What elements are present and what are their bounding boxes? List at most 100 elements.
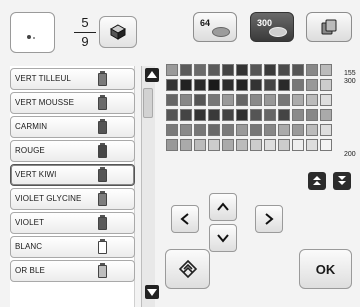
color-swatch[interactable] bbox=[250, 124, 262, 136]
color-swatch[interactable] bbox=[306, 139, 318, 151]
color-swatch[interactable] bbox=[194, 109, 206, 121]
color-swatch[interactable] bbox=[166, 64, 178, 76]
color-swatch[interactable] bbox=[278, 94, 290, 106]
color-swatch[interactable] bbox=[320, 109, 332, 121]
move-right-button[interactable] bbox=[255, 205, 283, 233]
color-swatch[interactable] bbox=[320, 139, 332, 151]
thread-row-6[interactable]: VIOLET bbox=[10, 212, 135, 234]
color-swatch[interactable] bbox=[320, 94, 332, 106]
color-swatch[interactable] bbox=[250, 94, 262, 106]
color-swatch[interactable] bbox=[208, 79, 220, 91]
thread-preview bbox=[10, 12, 55, 53]
color-swatch[interactable] bbox=[264, 109, 276, 121]
color-swatch[interactable] bbox=[166, 139, 178, 151]
color-swatch[interactable] bbox=[292, 94, 304, 106]
color-swatch[interactable] bbox=[194, 79, 206, 91]
color-swatch[interactable] bbox=[292, 124, 304, 136]
color-swatch[interactable] bbox=[180, 109, 192, 121]
color-swatch[interactable] bbox=[292, 79, 304, 91]
color-swatch[interactable] bbox=[208, 64, 220, 76]
color-swatch[interactable] bbox=[166, 94, 178, 106]
color-swatch[interactable] bbox=[264, 139, 276, 151]
color-swatch[interactable] bbox=[180, 79, 192, 91]
color-swatch[interactable] bbox=[320, 124, 332, 136]
color-swatch[interactable] bbox=[180, 139, 192, 151]
color-swatch[interactable] bbox=[236, 109, 248, 121]
scroll-down-button[interactable] bbox=[145, 285, 159, 299]
color-swatch[interactable] bbox=[194, 64, 206, 76]
color-swatch[interactable] bbox=[292, 64, 304, 76]
color-swatch[interactable] bbox=[320, 64, 332, 76]
color-swatch[interactable] bbox=[208, 124, 220, 136]
color-swatch[interactable] bbox=[264, 64, 276, 76]
color-swatch[interactable] bbox=[250, 64, 262, 76]
color-swatch[interactable] bbox=[278, 124, 290, 136]
thread-row-7[interactable]: BLANC bbox=[10, 236, 135, 258]
color-swatch[interactable] bbox=[306, 79, 318, 91]
thread-row-2[interactable]: CARMIN bbox=[10, 116, 135, 138]
color-swatch[interactable] bbox=[250, 79, 262, 91]
palette-64-label: 64 bbox=[200, 18, 211, 28]
thread-spool-button[interactable] bbox=[306, 12, 352, 42]
thread-row-8[interactable]: OR BLE bbox=[10, 260, 135, 282]
page-down-button[interactable] bbox=[333, 172, 351, 190]
color-swatch[interactable] bbox=[278, 109, 290, 121]
color-swatch[interactable] bbox=[236, 64, 248, 76]
thread-row-1[interactable]: VERT MOUSSE bbox=[10, 92, 135, 114]
color-swatch[interactable] bbox=[208, 139, 220, 151]
color-swatch[interactable] bbox=[306, 124, 318, 136]
move-left-button[interactable] bbox=[171, 205, 199, 233]
scroll-up-button[interactable] bbox=[145, 68, 159, 82]
color-swatch[interactable] bbox=[166, 79, 178, 91]
color-swatch[interactable] bbox=[208, 109, 220, 121]
thread-name: VERT KIWI bbox=[15, 170, 57, 179]
color-swatch[interactable] bbox=[222, 94, 234, 106]
color-swatch[interactable] bbox=[320, 79, 332, 91]
color-swatch[interactable] bbox=[236, 139, 248, 151]
thread-row-3[interactable]: ROUGE bbox=[10, 140, 135, 162]
thread-row-0[interactable]: VERT TILLEUL bbox=[10, 68, 135, 90]
color-swatch[interactable] bbox=[166, 109, 178, 121]
color-swatch[interactable] bbox=[250, 139, 262, 151]
palette-64-button[interactable]: 64 bbox=[193, 12, 237, 42]
color-swatch[interactable] bbox=[306, 109, 318, 121]
cube-button[interactable] bbox=[99, 16, 137, 48]
color-swatch[interactable] bbox=[278, 79, 290, 91]
move-down-button[interactable] bbox=[209, 224, 237, 252]
color-swatch[interactable] bbox=[180, 64, 192, 76]
color-swatch[interactable] bbox=[208, 94, 220, 106]
color-swatch[interactable] bbox=[292, 109, 304, 121]
color-swatch[interactable] bbox=[236, 124, 248, 136]
color-swatch[interactable] bbox=[194, 124, 206, 136]
color-swatch[interactable] bbox=[278, 64, 290, 76]
color-swatch[interactable] bbox=[306, 64, 318, 76]
color-swatch[interactable] bbox=[194, 94, 206, 106]
color-swatch[interactable] bbox=[180, 124, 192, 136]
color-swatch[interactable] bbox=[264, 79, 276, 91]
color-swatch[interactable] bbox=[292, 139, 304, 151]
ok-button[interactable]: OK bbox=[299, 249, 352, 289]
arrow-down-icon bbox=[217, 234, 229, 243]
color-swatch[interactable] bbox=[222, 139, 234, 151]
scrollbar-thumb[interactable] bbox=[143, 88, 153, 118]
thread-row-4[interactable]: VERT KIWI bbox=[10, 164, 135, 186]
palette-300-button[interactable]: 300 bbox=[250, 12, 294, 42]
stamp-button[interactable] bbox=[165, 249, 210, 289]
color-swatch[interactable] bbox=[222, 124, 234, 136]
color-swatch[interactable] bbox=[306, 94, 318, 106]
color-swatch[interactable] bbox=[194, 139, 206, 151]
color-swatch[interactable] bbox=[222, 64, 234, 76]
color-swatch[interactable] bbox=[236, 79, 248, 91]
color-swatch[interactable] bbox=[180, 94, 192, 106]
color-swatch[interactable] bbox=[222, 109, 234, 121]
color-swatch[interactable] bbox=[166, 124, 178, 136]
color-swatch[interactable] bbox=[222, 79, 234, 91]
color-swatch[interactable] bbox=[250, 109, 262, 121]
page-up-button[interactable] bbox=[308, 172, 326, 190]
thread-row-5[interactable]: VIOLET GLYCINE bbox=[10, 188, 135, 210]
color-swatch[interactable] bbox=[236, 94, 248, 106]
color-swatch[interactable] bbox=[264, 94, 276, 106]
color-swatch[interactable] bbox=[278, 139, 290, 151]
color-swatch[interactable] bbox=[264, 124, 276, 136]
move-up-button[interactable] bbox=[209, 193, 237, 221]
